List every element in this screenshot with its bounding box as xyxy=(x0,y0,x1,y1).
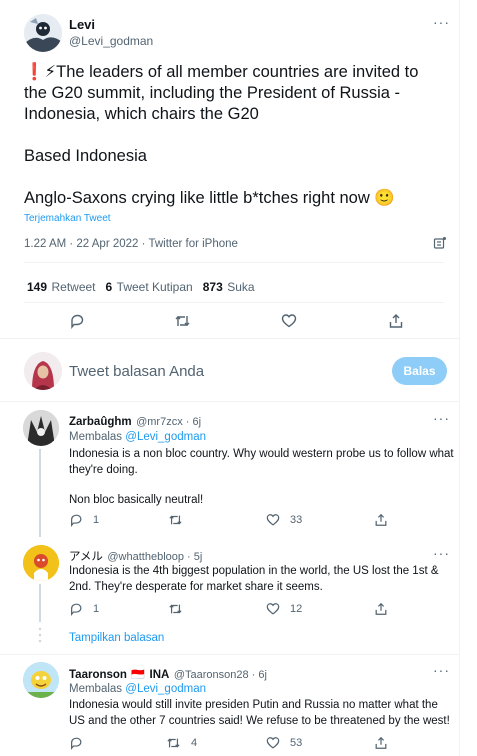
translate-tweet-link[interactable]: Terjemahkan Tweet xyxy=(24,213,111,224)
replying-to-handle[interactable]: @Levi_godman xyxy=(125,431,206,443)
replying-to-line: Membalas @Levi_godman xyxy=(69,681,454,697)
tweet-text-line: ❗⚡The leaders of all member countries ar… xyxy=(24,63,419,123)
share-icon xyxy=(389,314,403,328)
share-button[interactable] xyxy=(374,513,388,527)
reply-text: Indonesia is the 4th biggest population … xyxy=(69,565,439,593)
share-icon xyxy=(375,736,387,749)
like-count: 53 xyxy=(290,737,303,749)
divider xyxy=(0,338,459,339)
heart-icon xyxy=(281,314,297,328)
reply-avatar[interactable] xyxy=(23,545,59,581)
likes-stat[interactable]: 873 Suka xyxy=(203,278,255,296)
reply-icon xyxy=(71,314,84,329)
quotes-count: 6 xyxy=(105,280,113,294)
reply-author-handle[interactable]: @whatthebloop · 5j xyxy=(107,551,202,563)
reply-button[interactable]: 1 xyxy=(69,513,99,527)
current-user-avatar[interactable] xyxy=(24,352,62,390)
reply-header: Zarbaûghm @mr7zcx · 6j xyxy=(69,412,201,430)
share-button[interactable] xyxy=(374,602,388,616)
heart-icon xyxy=(266,737,280,749)
thread-line xyxy=(39,584,41,622)
reply-more-options-icon[interactable]: ··· xyxy=(433,410,450,426)
reply-author-name[interactable]: Taaronson xyxy=(69,669,127,681)
replying-to-handle[interactable]: @Levi_godman xyxy=(125,683,206,695)
retweets-count: 149 xyxy=(27,280,48,294)
quotes-label: Tweet Kutipan xyxy=(116,280,193,294)
retweet-icon xyxy=(169,604,182,614)
reply-icon xyxy=(71,514,82,527)
tweet-timestamp[interactable]: 1.22 AM · 22 Apr 2022 · Twitter for iPho… xyxy=(24,238,238,250)
likes-count: 873 xyxy=(202,280,223,294)
divider xyxy=(0,654,459,655)
author-avatar[interactable] xyxy=(24,14,62,52)
reply-text: Indonesia is a non bloc country. Why wou… xyxy=(69,448,454,476)
tweet-text: ❗⚡The leaders of all member countries ar… xyxy=(24,62,444,209)
tweet-thread: Levi @Levi_godman ··· ❗⚡The leaders of a… xyxy=(0,0,460,756)
divider xyxy=(0,401,459,402)
like-count: 12 xyxy=(290,603,303,615)
reply-icon xyxy=(71,603,82,616)
reply-count: 1 xyxy=(93,514,100,526)
reply-count: 1 xyxy=(93,603,100,615)
replying-to-prefix: Membalas xyxy=(69,431,123,443)
share-icon xyxy=(375,513,387,526)
reply-compose-input[interactable]: Tweet balasan Anda xyxy=(69,363,379,380)
retweet-button[interactable] xyxy=(174,313,191,329)
retweet-icon xyxy=(167,738,180,748)
like-count: 33 xyxy=(290,514,303,526)
likes-label: Suka xyxy=(227,280,255,294)
show-replies-link[interactable]: Tampilkan balasan xyxy=(69,632,164,644)
quotes-stat[interactable]: 6 Tweet Kutipan xyxy=(106,278,193,296)
reply-icon xyxy=(71,737,82,750)
share-icon xyxy=(375,602,387,615)
reply-text: Indonesia would still invite presiden Pu… xyxy=(69,699,450,727)
reply-button[interactable] xyxy=(69,313,85,329)
reply-avatar[interactable] xyxy=(23,662,59,698)
reply-submit-button[interactable]: Balas xyxy=(392,357,447,385)
reply-author-name-suffix: INA xyxy=(149,669,170,681)
tweet-stats: 149 Retweet 6 Tweet Kutipan 873 Suka xyxy=(27,278,255,296)
like-button[interactable]: 53 xyxy=(266,736,302,750)
replying-to-prefix: Membalas xyxy=(69,683,123,695)
flag-icon: 🇮🇩 xyxy=(131,669,146,681)
retweet-icon xyxy=(175,316,190,326)
author-name[interactable]: Levi xyxy=(69,17,95,32)
reply-author-handle[interactable]: @mr7zcx · 6j xyxy=(136,416,201,428)
share-button[interactable] xyxy=(374,736,388,750)
thread-dots-icon xyxy=(38,627,42,643)
reply-more-options-icon[interactable]: ··· xyxy=(433,545,450,561)
retweet-button[interactable]: 4 xyxy=(166,736,197,750)
divider xyxy=(24,262,444,263)
tweet-text-line: Anglo-Saxons crying like little b*tches … xyxy=(24,189,395,207)
reply-button[interactable]: 1 xyxy=(69,602,99,616)
more-options-icon[interactable]: ··· xyxy=(433,14,450,30)
heart-icon xyxy=(266,514,280,526)
divider xyxy=(24,302,444,303)
retweets-stat[interactable]: 149 Retweet xyxy=(27,278,96,296)
like-button[interactable] xyxy=(281,313,297,329)
like-button[interactable]: 33 xyxy=(266,513,302,527)
author-handle[interactable]: @Levi_godman xyxy=(69,34,153,48)
heart-icon xyxy=(266,603,280,615)
retweet-count: 4 xyxy=(191,737,198,749)
share-button[interactable] xyxy=(388,313,404,329)
replying-to-line: Membalas @Levi_godman xyxy=(69,429,454,445)
retweet-button[interactable] xyxy=(168,513,193,527)
reply-author-name[interactable]: アメル xyxy=(69,551,103,563)
retweets-label: Retweet xyxy=(51,280,96,294)
reply-avatar[interactable] xyxy=(23,410,59,446)
reply-more-options-icon[interactable]: ··· xyxy=(433,662,450,678)
thread-line xyxy=(39,449,41,537)
tweet-text-line: Based Indonesia xyxy=(24,147,147,165)
reply-author-handle[interactable]: @Taaronson28 · 6j xyxy=(174,669,267,681)
reply-author-name[interactable]: Zarbaûghm xyxy=(69,416,132,428)
like-button[interactable]: 12 xyxy=(266,602,302,616)
retweet-icon xyxy=(169,515,182,525)
analytics-icon[interactable] xyxy=(433,236,447,250)
retweet-button[interactable] xyxy=(168,602,193,616)
reply-text: Non bloc basically neutral! xyxy=(69,494,204,506)
reply-button[interactable] xyxy=(69,736,93,750)
